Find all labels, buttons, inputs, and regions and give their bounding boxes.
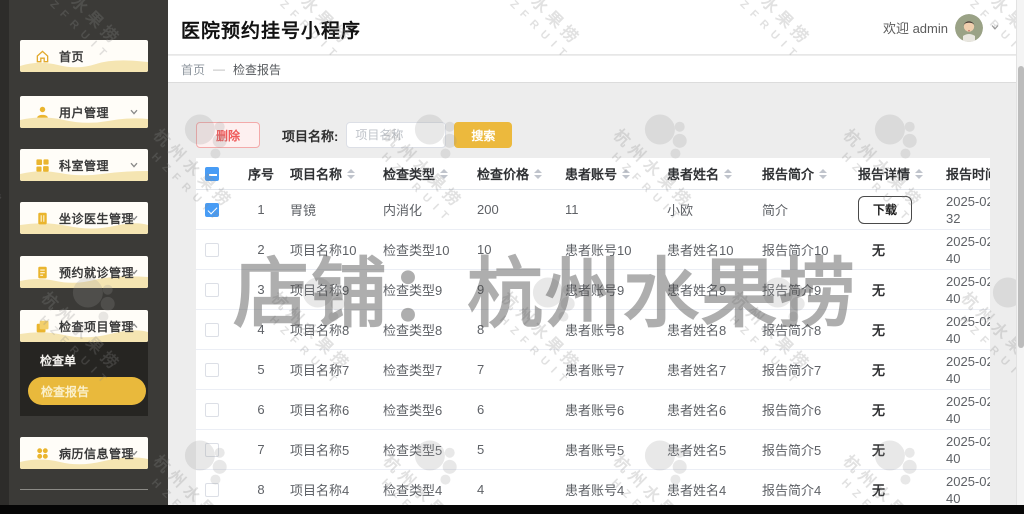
submenu-item-exam-report-active[interactable]: 检查报告 bbox=[28, 377, 146, 405]
row-checkbox[interactable] bbox=[205, 242, 219, 257]
sort-icon[interactable] bbox=[724, 168, 733, 179]
sidebar: 首页 用户管理 科室管理 坐诊医生管理 预约就诊管理 检查项目管理 检查单 检查… bbox=[0, 0, 168, 505]
door-icon bbox=[35, 211, 50, 226]
row-checkbox[interactable] bbox=[205, 362, 219, 377]
sidebar-item-label: 用户管理 bbox=[59, 105, 110, 120]
row-checkbox[interactable] bbox=[205, 322, 219, 337]
sort-icon[interactable] bbox=[819, 168, 828, 179]
chevron-down-icon bbox=[129, 107, 139, 117]
sidebar-item-label: 病历信息管理 bbox=[59, 446, 135, 461]
column-header-brief[interactable]: 报告简介 bbox=[762, 164, 858, 183]
row-checkbox[interactable] bbox=[205, 442, 219, 457]
sidebar-item-label: 科室管理 bbox=[59, 158, 110, 173]
user-menu[interactable]: 欢迎 admin bbox=[883, 0, 1000, 55]
select-all-checkbox[interactable] bbox=[205, 166, 219, 181]
row-checkbox[interactable] bbox=[205, 202, 219, 217]
avatar[interactable] bbox=[955, 13, 983, 42]
grid-icon bbox=[35, 158, 50, 173]
no-report-text: 无 bbox=[872, 363, 886, 378]
sidebar-divider bbox=[20, 489, 148, 490]
sidebar-item-departments[interactable]: 科室管理 bbox=[20, 149, 148, 181]
clipboard-icon bbox=[35, 265, 50, 280]
no-report-text: 无 bbox=[872, 283, 886, 298]
column-header-time[interactable]: 报告时间 bbox=[946, 164, 990, 183]
main-content: 删除 项目名称: 搜索 序号 项目名称 检查类型 检查价格 患者账号 患者姓名 … bbox=[168, 83, 1024, 505]
folder-copy-icon bbox=[35, 319, 50, 334]
welcome-text: 欢迎 admin bbox=[882, 21, 948, 36]
home-icon bbox=[35, 49, 50, 64]
column-header-price[interactable]: 检查价格 bbox=[477, 164, 565, 183]
breadcrumb: 首页 — 检查报告 bbox=[168, 56, 1024, 83]
row-checkbox[interactable] bbox=[205, 282, 219, 297]
table-row: 4 项目名称8 检查类型8 8 患者账号8 患者姓名8 报告简介8 无 2025… bbox=[196, 310, 990, 350]
column-header-account[interactable]: 患者账号 bbox=[565, 164, 667, 183]
header: 医院预约挂号小程序 欢迎 admin bbox=[168, 0, 1024, 55]
chevron-down-icon bbox=[129, 160, 139, 170]
row-checkbox[interactable] bbox=[205, 482, 219, 497]
data-table: 序号 项目名称 检查类型 检查价格 患者账号 患者姓名 报告简介 报告详情 报告… bbox=[196, 158, 990, 505]
table-row: 2 项目名称10 检查类型10 10 患者账号10 患者姓名10 报告简介10 … bbox=[196, 230, 990, 270]
chevron-down-icon bbox=[990, 19, 1000, 37]
table-row: 3 项目名称9 检查类型9 9 患者账号9 患者姓名9 报告简介9 无 2025… bbox=[196, 270, 990, 310]
submenu-item-exam-order[interactable]: 检查单 bbox=[40, 352, 76, 369]
project-name-input[interactable] bbox=[346, 122, 447, 148]
filter-label: 项目名称: bbox=[282, 128, 339, 144]
column-header-seq[interactable]: 序号 bbox=[232, 164, 290, 183]
row-checkbox[interactable] bbox=[205, 402, 219, 417]
sort-icon[interactable] bbox=[622, 168, 631, 179]
table-row: 5 项目名称7 检查类型7 7 患者账号7 患者姓名7 报告简介7 无 2025… bbox=[196, 350, 990, 390]
table-row: 8 项目名称4 检查类型4 4 患者账号4 患者姓名4 报告简介4 无 2025… bbox=[196, 470, 990, 505]
chevron-down-icon bbox=[129, 448, 139, 458]
sidebar-item-doctors[interactable]: 坐诊医生管理 bbox=[20, 202, 148, 234]
dots-icon bbox=[35, 446, 50, 461]
sidebar-item-home[interactable]: 首页 bbox=[20, 40, 148, 72]
exam-projects-submenu: 检查单 检查报告 bbox=[20, 342, 148, 416]
sidebar-item-label: 坐诊医生管理 bbox=[59, 211, 135, 226]
sidebar-item-label: 检查项目管理 bbox=[59, 319, 135, 334]
page-title: 医院预约挂号小程序 bbox=[181, 21, 362, 42]
user-icon bbox=[35, 105, 50, 120]
table-row: 7 项目名称5 检查类型5 5 患者账号5 患者姓名5 报告简介5 无 2025… bbox=[196, 430, 990, 470]
sort-icon[interactable] bbox=[534, 168, 543, 179]
search-button[interactable]: 搜索 bbox=[454, 122, 513, 148]
scrollbar-thumb[interactable] bbox=[1018, 66, 1024, 348]
table-row: 6 项目名称6 检查类型6 6 患者账号6 患者姓名6 报告简介6 无 2025… bbox=[196, 390, 990, 430]
sidebar-item-label: 首页 bbox=[59, 49, 85, 64]
bottom-bar bbox=[0, 505, 1024, 514]
no-report-text: 无 bbox=[872, 323, 886, 338]
sidebar-item-appointments[interactable]: 预约就诊管理 bbox=[20, 256, 148, 288]
sort-icon[interactable] bbox=[347, 168, 356, 179]
sort-icon[interactable] bbox=[915, 168, 924, 179]
sort-icon[interactable] bbox=[440, 168, 449, 179]
toolbar: 删除 项目名称: 搜索 bbox=[196, 122, 513, 148]
sidebar-item-medical-records[interactable]: 病历信息管理 bbox=[20, 437, 148, 469]
column-header-name[interactable]: 项目名称 bbox=[290, 164, 383, 183]
table-header-row: 序号 项目名称 检查类型 检查价格 患者账号 患者姓名 报告简介 报告详情 报告… bbox=[196, 158, 990, 190]
breadcrumb-current: 检查报告 bbox=[233, 62, 282, 77]
no-report-text: 无 bbox=[872, 403, 886, 418]
breadcrumb-separator: — bbox=[213, 62, 226, 76]
chevron-down-icon bbox=[129, 267, 139, 277]
sidebar-item-exam-projects[interactable]: 检查项目管理 bbox=[20, 310, 148, 342]
sidebar-item-users[interactable]: 用户管理 bbox=[20, 96, 148, 128]
download-button[interactable]: 下载 bbox=[858, 195, 913, 224]
breadcrumb-home[interactable]: 首页 bbox=[181, 61, 205, 78]
vertical-scrollbar[interactable] bbox=[1016, 0, 1024, 505]
column-header-detail[interactable]: 报告详情 bbox=[858, 164, 946, 183]
chevron-down-icon bbox=[129, 213, 139, 223]
column-header-patient[interactable]: 患者姓名 bbox=[667, 164, 762, 183]
no-report-text: 无 bbox=[872, 443, 886, 458]
chevron-up-icon bbox=[129, 321, 139, 331]
sidebar-item-label: 预约就诊管理 bbox=[59, 265, 135, 280]
no-report-text: 无 bbox=[872, 483, 886, 498]
column-header-type[interactable]: 检查类型 bbox=[383, 164, 477, 183]
table-row: 1 胃镜 内消化 200 11 小欧 简介 下载 2025-02 32 bbox=[196, 190, 990, 230]
no-report-text: 无 bbox=[872, 243, 886, 258]
delete-button[interactable]: 删除 bbox=[196, 122, 261, 148]
